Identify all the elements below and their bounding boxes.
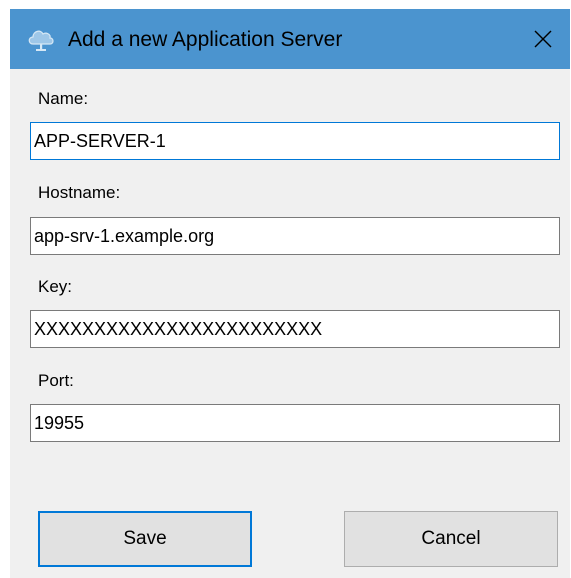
port-field[interactable] [30,404,560,442]
window-title: Add a new Application Server [68,28,343,51]
cloud-icon [26,25,56,53]
port-label: Port: [38,371,74,390]
close-button[interactable] [516,9,570,69]
save-button[interactable]: Save [38,511,252,567]
name-label: Name: [38,89,89,108]
hostname-field[interactable] [30,217,560,255]
hostname-label: Hostname: [38,183,121,202]
cancel-button[interactable]: Cancel [344,511,558,567]
title-bar[interactable]: Add a new Application Server [10,9,570,69]
name-field[interactable] [30,122,560,160]
dialog-window: Add a new Application Server Name: Hostn… [10,9,570,578]
close-icon [534,30,552,48]
key-label: Key: [38,277,73,296]
key-field[interactable] [30,310,560,348]
